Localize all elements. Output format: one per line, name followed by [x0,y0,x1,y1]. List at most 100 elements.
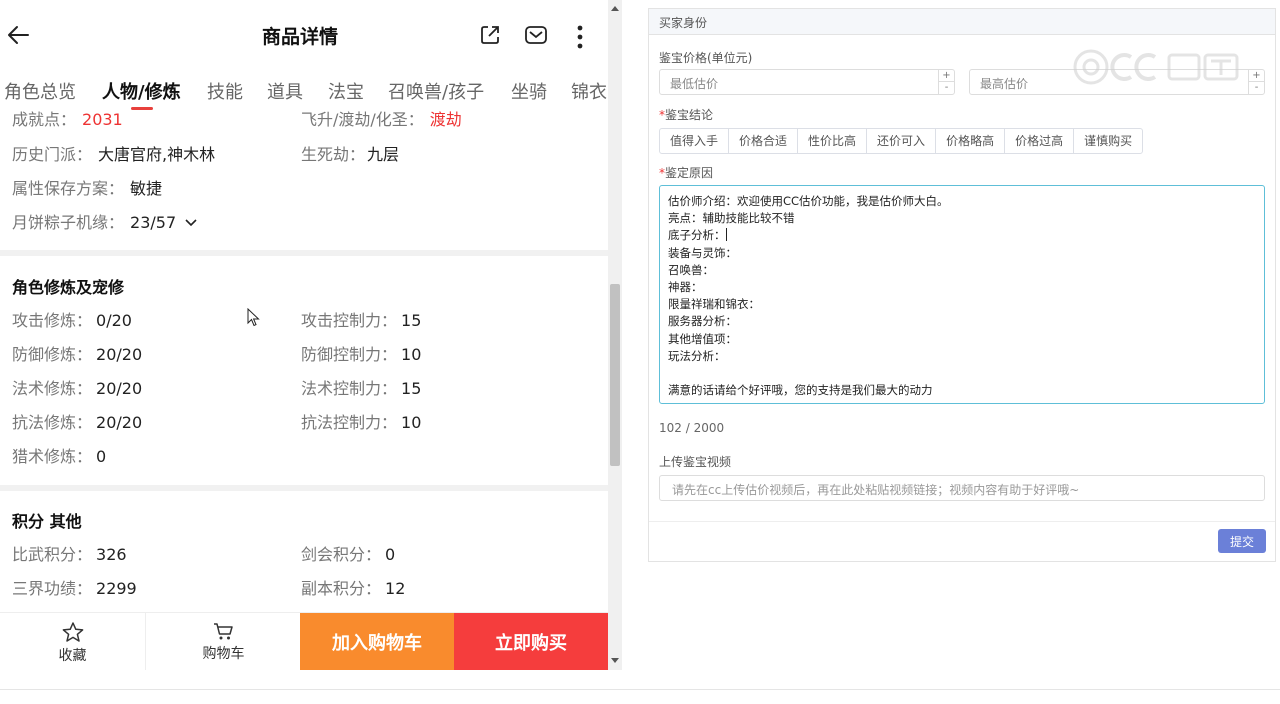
share-icon[interactable] [479,24,501,46]
rebirth-value: 渡劫 [429,110,462,129]
tab-overview[interactable]: 角色总览 [4,78,76,104]
min-price-placeholder: 最低估价 [670,77,719,91]
section-divider [0,250,608,256]
option-fair-price[interactable]: 价格合适 [728,128,799,154]
favorite-label: 收藏 [58,648,87,664]
cultivation-value: 20/20 [96,345,143,364]
fate-row[interactable]: 月饼粽子机缘： 23/57 [12,209,198,233]
attr-scheme-value: 敏捷 [130,179,163,198]
buyer-identity-header: 买家身份 [649,9,1275,35]
star-icon [62,622,83,642]
video-link-input[interactable]: 请先在cc上传估价视频后，再在此处粘贴视频链接；视频内容有助于好评哦~ [659,475,1265,501]
achievement-row: 成就点： 2031 [12,110,123,130]
sect-row: 历史门派： 大唐官府,神木林 [12,141,215,165]
option-slightly-high[interactable]: 价格略高 [935,128,1006,154]
reason-label: *鉴定原因 [659,164,713,181]
cultivation-label: 猎术修炼： [12,447,93,466]
cultivation-value: 0 [96,447,107,466]
price-label: 鉴宝价格(单位元) [659,51,753,65]
more-options-icon[interactable] [570,24,590,50]
conclusion-label-text: 鉴宝结论 [665,108,714,122]
reason-line: 估价师介绍：欢迎使用CC估价功能，我是估价师大白。 [668,194,949,208]
tab-outfits[interactable]: 锦衣 [571,78,607,104]
option-good-value[interactable]: 性价比高 [797,128,868,154]
submit-button[interactable]: 提交 [1218,529,1266,553]
scroll-down-arrow-icon[interactable] [611,658,619,663]
control-value: 15 [401,311,422,330]
minus-icon[interactable]: - [1249,82,1264,94]
detail-content: 成就点： 2031 飞升/渡劫/化圣： 渡劫 历史门派： 大唐官府,神木林 生死劫：九… [0,110,608,612]
cultivation-label: 防御修炼： [12,345,93,364]
reason-line-text: 底子分析： [668,228,726,243]
control-label: 法术控制力： [301,379,398,398]
cultivation-label: 法术修炼： [12,379,93,398]
reason-line: 亮点：辅助技能比较不错 [668,211,795,226]
points-label: 比武积分： [12,545,93,564]
reason-textarea[interactable]: 估价师介绍：欢迎使用CC估价功能，我是估价师大白。 亮点：辅助技能比较不错 底子分析… [659,185,1265,404]
reason-line: 满意的话请给个好评哦，您的支持是我们最大的动力 [668,383,933,398]
conclusion-label: *鉴宝结论 [659,106,713,123]
cultivation-row: 攻击修炼： 0/20 [12,307,132,331]
char-counter: 102 / 2000 [659,421,725,435]
favorite-button[interactable]: 收藏 [0,613,146,670]
category-tabs: 角色总览 人物/修炼 技能 道具 法宝 召唤兽/孩子 坐骑 锦衣 [0,72,608,110]
points-label: 三界功绩： [12,579,93,598]
page-title: 商品详情 [261,26,338,48]
plus-icon[interactable]: + [1249,70,1264,82]
cultivation-value: 0/20 [96,311,132,330]
text-caret [725,228,727,242]
appraisal-form-panel: 买家身份 鉴宝价格(单位元) 最低估价 + - 最高估价 + - *鉴宝结论 值得入… [648,8,1276,562]
fate-label: 月饼粽子机缘： [12,213,125,232]
tab-treasure[interactable]: 法宝 [328,78,364,104]
vertical-scrollbar[interactable] [608,0,622,670]
option-too-high[interactable]: 价格过高 [1004,128,1075,154]
reason-line: 玩法分析： [668,348,726,363]
conclusion-options: 值得入手 价格合适 性价比高 还价可入 价格略高 价格过高 谨慎购买 [659,128,1144,154]
cultivation-value: 20/20 [96,379,143,398]
reason-line: 装备与灵饰： [668,245,737,260]
cultivation-value: 20/20 [96,413,143,432]
min-price-stepper[interactable]: + - [938,70,954,94]
tab-character-cultivation[interactable]: 人物/修炼 [102,78,181,104]
plus-icon[interactable]: + [939,70,954,82]
points-row: 三界功绩： 2299 [12,575,137,599]
rebirth-label: 飞升/渡劫/化圣： [301,110,424,129]
cultivation-section-title: 角色修炼及宠修 [12,278,125,297]
option-buy-after-bargain[interactable]: 还价可入 [866,128,937,154]
option-buy-cautiously[interactable]: 谨慎购买 [1073,128,1144,154]
cultivation-row: 法术修炼： 20/20 [12,375,142,399]
points-value: 0 [385,545,396,564]
reason-line: 限量祥瑞和锦衣： [668,297,760,312]
cultivation-row: 猎术修炼： 0 [12,443,106,467]
tab-summons[interactable]: 召唤兽/孩子 [388,78,484,104]
points-label: 副本积分： [301,579,382,598]
scroll-thumb[interactable] [610,284,620,466]
min-price-input[interactable]: 最低估价 + - [659,69,955,95]
control-label: 攻击控制力： [301,311,398,330]
shopping-cart-icon [213,623,233,640]
mouse-cursor-icon [247,308,260,327]
points-value: 12 [385,579,406,598]
tab-items[interactable]: 道具 [267,78,303,104]
control-row: 法术控制力： 15 [301,375,421,399]
control-value: 10 [401,345,422,364]
minus-icon[interactable]: - [939,82,954,94]
option-worth-buying[interactable]: 值得入手 [659,128,730,154]
tab-mounts[interactable]: 坐骑 [511,78,547,104]
cultivation-row: 防御修炼： 20/20 [12,341,142,365]
page-footer-divider [0,689,1280,690]
control-label: 抗法控制力： [301,413,398,432]
cart-button[interactable]: 购物车 [147,613,300,670]
calamity-value: 九层 [367,145,400,164]
top-bar: 商品详情 [0,0,608,72]
tab-skills[interactable]: 技能 [207,78,243,104]
scroll-up-arrow-icon[interactable] [611,6,619,11]
control-value: 10 [401,413,422,432]
video-label: 上传鉴宝视频 [659,455,732,469]
message-icon[interactable] [524,25,548,45]
buy-now-button[interactable]: 立即购买 [454,613,608,670]
add-to-cart-button[interactable]: 加入购物车 [300,613,454,670]
chevron-down-icon[interactable] [184,218,198,228]
cultivation-row: 抗法修炼： 20/20 [12,409,142,433]
achievement-value: 2031 [82,110,123,129]
